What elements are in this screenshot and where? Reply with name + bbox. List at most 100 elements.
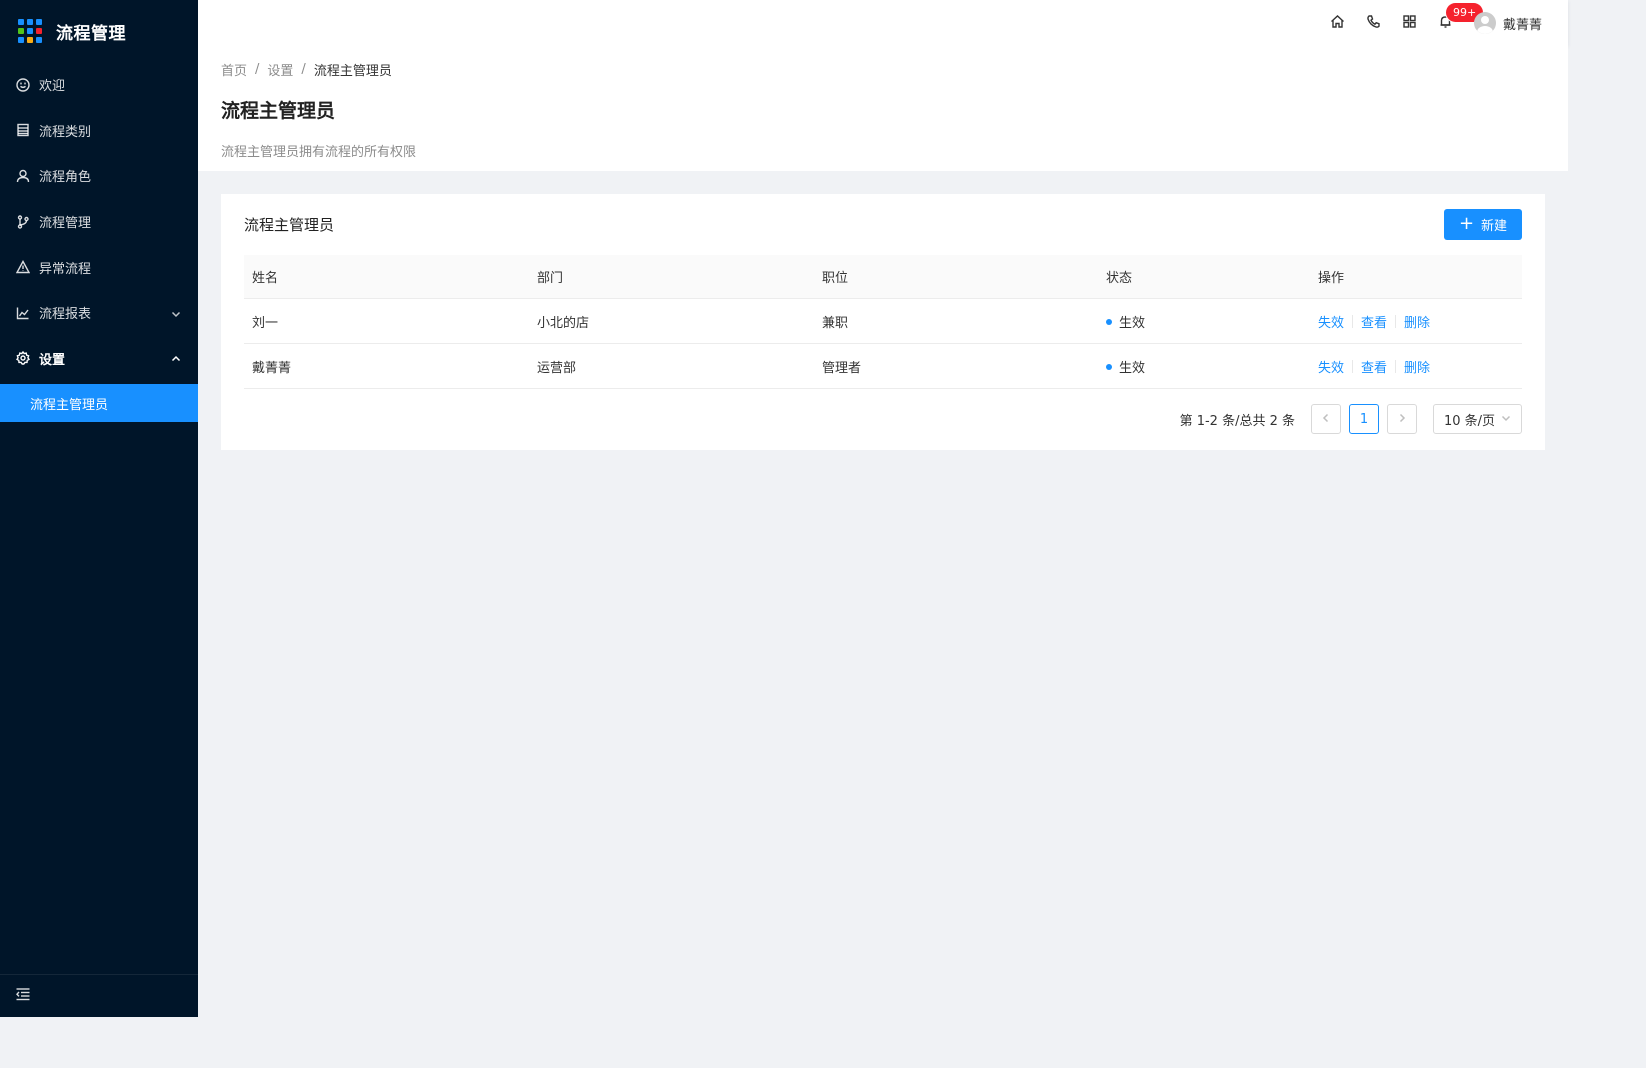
admins-card: 流程主管理员 + 新建 姓名 部门 职位 状态 操作 刘一 小北的店 兼职 生效…	[221, 194, 1545, 450]
chevron-up-icon	[171, 353, 181, 363]
prev-page-button[interactable]	[1311, 404, 1341, 434]
page-size-select[interactable]: 10 条/页	[1433, 404, 1522, 434]
branch-icon	[16, 214, 30, 229]
sidebar-subitem-label: 流程主管理员	[30, 397, 109, 413]
action-divider	[1395, 359, 1397, 373]
sidebar-item-label: 流程报表	[39, 307, 92, 323]
next-page-button[interactable]	[1387, 404, 1417, 434]
table-row: 刘一 小北的店 兼职 生效 失效 查看 删除	[244, 299, 1522, 344]
apps-button[interactable]	[1392, 0, 1428, 46]
sidebar-item-roles[interactable]: 流程角色	[0, 153, 198, 199]
warning-icon	[16, 260, 30, 274]
breadcrumb-settings[interactable]: 设置	[267, 60, 293, 79]
notifications-button[interactable]: 99+	[1428, 0, 1484, 46]
appstore-icon	[1402, 14, 1417, 33]
status-dot	[1106, 319, 1112, 325]
top-header: 99+ 戴菁菁	[198, 0, 1568, 46]
menu-fold-icon	[15, 986, 31, 1006]
chevron-down-icon	[171, 308, 181, 318]
view-link[interactable]: 查看	[1361, 312, 1387, 331]
deactivate-link[interactable]: 失效	[1318, 357, 1344, 376]
breadcrumb-current: 流程主管理员	[313, 64, 392, 79]
chevron-right-icon	[1397, 412, 1407, 427]
cell-position: 管理者	[822, 360, 862, 376]
sidebar: 流程管理 欢迎 流程类别 流程角色 流程管理 异常流程 流程报表 设置 流程主管…	[0, 0, 198, 1017]
delete-link[interactable]: 删除	[1404, 312, 1430, 331]
column-header-position: 职位	[822, 271, 849, 286]
action-divider	[1395, 314, 1397, 328]
deactivate-link[interactable]: 失效	[1318, 312, 1344, 331]
new-button-label: 新建	[1481, 218, 1508, 234]
page-size-value: 10 条/页	[1444, 413, 1496, 429]
logo-dot	[36, 37, 42, 43]
column-header-actions: 操作	[1318, 271, 1345, 286]
admins-table: 姓名 部门 职位 状态 操作 刘一 小北的店 兼职 生效 失效 查看 删除 戴菁…	[244, 255, 1522, 389]
avatar	[1473, 12, 1496, 34]
phone-button[interactable]	[1356, 0, 1392, 46]
chevron-left-icon	[1321, 412, 1331, 427]
sidebar-item-process-management[interactable]: 流程管理	[0, 199, 198, 245]
page-title: 流程主管理员	[221, 100, 336, 122]
user-icon	[16, 169, 30, 183]
sidebar-menu: 欢迎 流程类别 流程角色 流程管理 异常流程 流程报表 设置 流程主管理员	[0, 62, 198, 423]
home-icon	[1330, 14, 1345, 33]
logo-dot	[27, 19, 33, 25]
card-header: 流程主管理员 + 新建	[221, 194, 1545, 254]
sidebar-item-label: 设置	[39, 352, 66, 368]
table-row: 戴菁菁 运营部 管理者 生效 失效 查看 删除	[244, 344, 1522, 389]
page-button[interactable]: 1	[1349, 404, 1379, 434]
logo[interactable]: 流程管理	[0, 0, 198, 62]
chart-icon	[16, 306, 30, 320]
cell-department: 运营部	[537, 360, 577, 376]
logo-icon	[18, 19, 42, 43]
logo-dot	[18, 28, 24, 34]
page-header: 首页 / 设置 / 流程主管理员 流程主管理员 流程主管理员拥有流程的所有权限	[198, 46, 1568, 171]
sidebar-item-label: 异常流程	[39, 261, 92, 277]
setting-icon	[16, 351, 30, 366]
user-menu[interactable]: 戴菁菁	[1473, 12, 1542, 34]
sidebar-item-label: 流程类别	[39, 124, 92, 140]
table-header-row: 姓名 部门 职位 状态 操作	[244, 255, 1522, 299]
page-description: 流程主管理员拥有流程的所有权限	[221, 145, 417, 160]
breadcrumb: 首页 / 设置 / 流程主管理员	[221, 60, 1545, 79]
card-title: 流程主管理员	[244, 215, 335, 234]
column-header-department: 部门	[537, 271, 564, 286]
user-name: 戴菁菁	[1502, 17, 1542, 33]
plus-icon: +	[1458, 213, 1475, 234]
sidebar-item-reports[interactable]: 流程报表	[0, 290, 198, 336]
sidebar-item-label: 流程角色	[39, 170, 92, 186]
status-text: 生效	[1119, 315, 1146, 331]
logo-dot	[36, 28, 42, 34]
sidebar-item-exceptions[interactable]: 异常流程	[0, 244, 198, 290]
smile-icon	[16, 78, 30, 92]
sidebar-item-settings[interactable]: 设置	[0, 336, 198, 382]
delete-link[interactable]: 删除	[1404, 357, 1430, 376]
action-divider	[1352, 359, 1354, 373]
cell-department: 小北的店	[537, 315, 590, 331]
logo-dot	[36, 19, 42, 25]
breadcrumb-separator: /	[301, 62, 306, 77]
cell-status: 生效	[1098, 357, 1310, 376]
sidebar-item-categories[interactable]: 流程类别	[0, 108, 198, 154]
logo-dot	[27, 28, 33, 34]
sidebar-item-label: 欢迎	[39, 79, 66, 95]
cell-status: 生效	[1098, 312, 1310, 331]
phone-icon	[1366, 14, 1381, 33]
pagination-total: 第 1-2 条/总共 2 条	[1179, 413, 1295, 429]
column-header-status: 状态	[1106, 271, 1133, 286]
home-button[interactable]	[1320, 0, 1356, 46]
breadcrumb-separator: /	[255, 62, 260, 77]
cell-position: 兼职	[822, 315, 849, 331]
pagination: 第 1-2 条/总共 2 条 1 10 条/页	[221, 404, 1545, 434]
breadcrumb-home[interactable]: 首页	[221, 60, 247, 79]
action-divider	[1352, 314, 1354, 328]
app-title: 流程管理	[56, 23, 126, 44]
cell-name: 戴菁菁	[252, 360, 292, 376]
view-link[interactable]: 查看	[1361, 357, 1387, 376]
cell-actions: 失效 查看 删除	[1310, 357, 1522, 376]
sidebar-subitem-owner-admins[interactable]: 流程主管理员	[0, 384, 198, 423]
sidebar-item-welcome[interactable]: 欢迎	[0, 62, 198, 108]
sidebar-collapse-button[interactable]	[0, 974, 198, 1017]
status-dot	[1106, 364, 1112, 370]
new-button[interactable]: + 新建	[1444, 208, 1522, 240]
